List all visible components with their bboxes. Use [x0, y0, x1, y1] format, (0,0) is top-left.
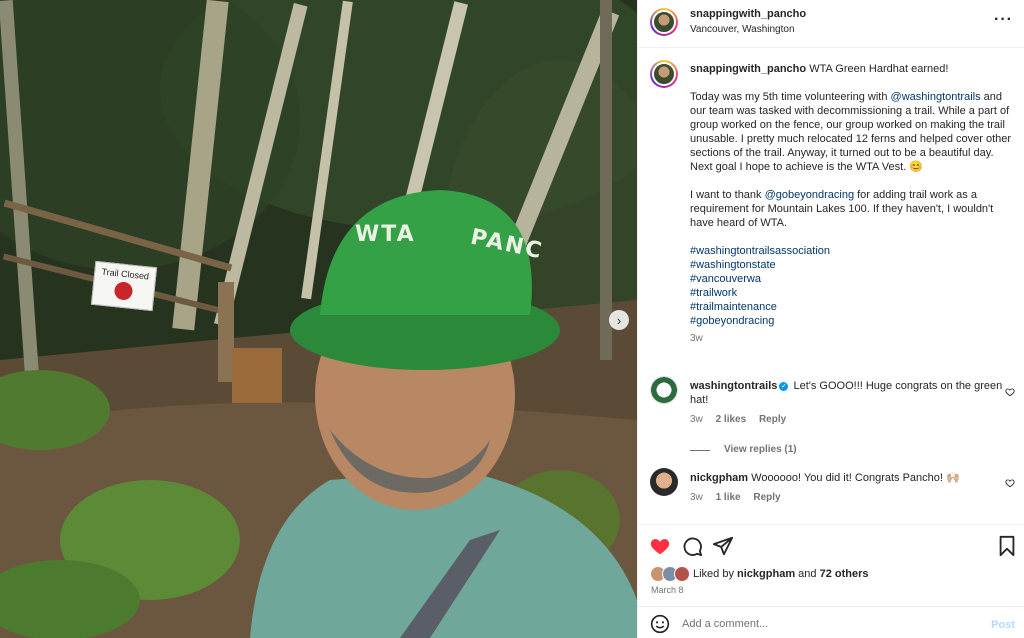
liked-by-others[interactable]: 72 others [820, 568, 869, 580]
caption-paragraph-1b: and our team was tasked with decommissio… [690, 91, 1012, 173]
comment-like-heart-icon[interactable] [1005, 387, 1015, 397]
view-replies-button[interactable]: View replies (1) [690, 443, 1015, 457]
emoji-icon[interactable] [650, 614, 670, 634]
liked-by-user[interactable]: nickgpham [737, 568, 795, 580]
comment-like-heart-icon[interactable] [1005, 478, 1015, 488]
mention-washingtontrails[interactable]: @washingtontrails [891, 91, 981, 103]
caption-username[interactable]: snappingwith_pancho [690, 63, 806, 75]
divider [690, 449, 710, 451]
hashtag[interactable]: #trailmaintenance [690, 300, 1015, 314]
hashtag[interactable]: #gobeyondracing [690, 314, 1015, 328]
reply-button[interactable]: Reply [753, 492, 780, 503]
caption-time[interactable]: 3w [690, 332, 1015, 346]
avatar[interactable] [650, 8, 678, 36]
forest-scene [0, 0, 637, 638]
post-comment-button[interactable]: Post [991, 619, 1015, 631]
heart-icon[interactable] [649, 535, 671, 557]
comment-likes[interactable]: 1 like [716, 492, 741, 503]
commenter-avatar[interactable] [650, 468, 678, 496]
reply-button[interactable]: Reply [759, 414, 786, 425]
comment-username[interactable]: nickgpham [690, 472, 748, 484]
trail-closed-sign: Trail Closed [90, 260, 158, 312]
comment-input[interactable] [682, 615, 972, 633]
post-actions: Liked by nickgpham and 72 others March 8 [638, 524, 1024, 606]
caption-paragraph-1a: Today was my 5th time volunteering with [690, 91, 891, 103]
mention-gobeyondracing[interactable]: @gobeyondracing [765, 189, 854, 201]
liker-avatar [674, 566, 690, 582]
hashtag-list: #washingtontrailsassociation #washington… [690, 244, 1015, 328]
comment-time[interactable]: 3w [690, 492, 703, 503]
post-date[interactable]: March 8 [651, 585, 684, 595]
comment-username[interactable]: washingtontrails [690, 380, 777, 392]
comment-likes[interactable]: 2 likes [716, 414, 747, 425]
liked-by-and: and [795, 568, 820, 580]
caption-paragraph-2a: I want to thank [690, 189, 765, 201]
view-replies-label: View replies (1) [724, 444, 797, 455]
share-icon[interactable] [712, 535, 734, 557]
header-location[interactable]: Vancouver, Washington [690, 24, 795, 35]
no-entry-icon [113, 281, 134, 301]
hardhat-text-left: WTA [355, 222, 416, 247]
chevron-right-icon[interactable]: › [609, 310, 629, 330]
more-horizontal-icon[interactable]: ··· [994, 12, 1013, 28]
commenter-avatar[interactable] [650, 376, 678, 404]
bookmark-icon[interactable] [996, 535, 1018, 557]
comment-icon[interactable] [681, 535, 703, 557]
header-username[interactable]: snappingwith_pancho [690, 8, 806, 20]
comment-time[interactable]: 3w [690, 414, 703, 425]
hashtag[interactable]: #trailwork [690, 286, 1015, 300]
liked-by-prefix: Liked by [693, 568, 738, 580]
hashtag[interactable]: #vancouverwa [690, 272, 1015, 286]
post-header: snappingwith_pancho Vancouver, Washingto… [638, 0, 1024, 48]
add-comment-bar: Post [638, 606, 1024, 638]
liked-by-avatars[interactable] [650, 566, 698, 582]
verified-badge-icon: ✓ [779, 382, 789, 391]
caption-title: WTA Green Hardhat earned! [809, 63, 949, 75]
sign-text: Trail Closed [101, 266, 150, 282]
comments-list[interactable]: snappingwith_pancho WTA Green Hardhat ea… [638, 48, 1024, 524]
post-photo[interactable]: Trail Closed WTA PANC › [0, 0, 637, 638]
liked-by-text: Liked by nickgpham and 72 others [693, 568, 869, 580]
caption: snappingwith_pancho WTA Green Hardhat ea… [690, 62, 1015, 346]
comment-text: Woooooo! You did it! Congrats Pancho! 🙌🏼 [751, 472, 960, 484]
caption-avatar[interactable] [650, 60, 678, 88]
hashtag[interactable]: #washingtontrailsassociation [690, 244, 1015, 258]
post-details-panel: snappingwith_pancho Vancouver, Washingto… [637, 0, 1024, 638]
hashtag[interactable]: #washingtonstate [690, 258, 1015, 272]
